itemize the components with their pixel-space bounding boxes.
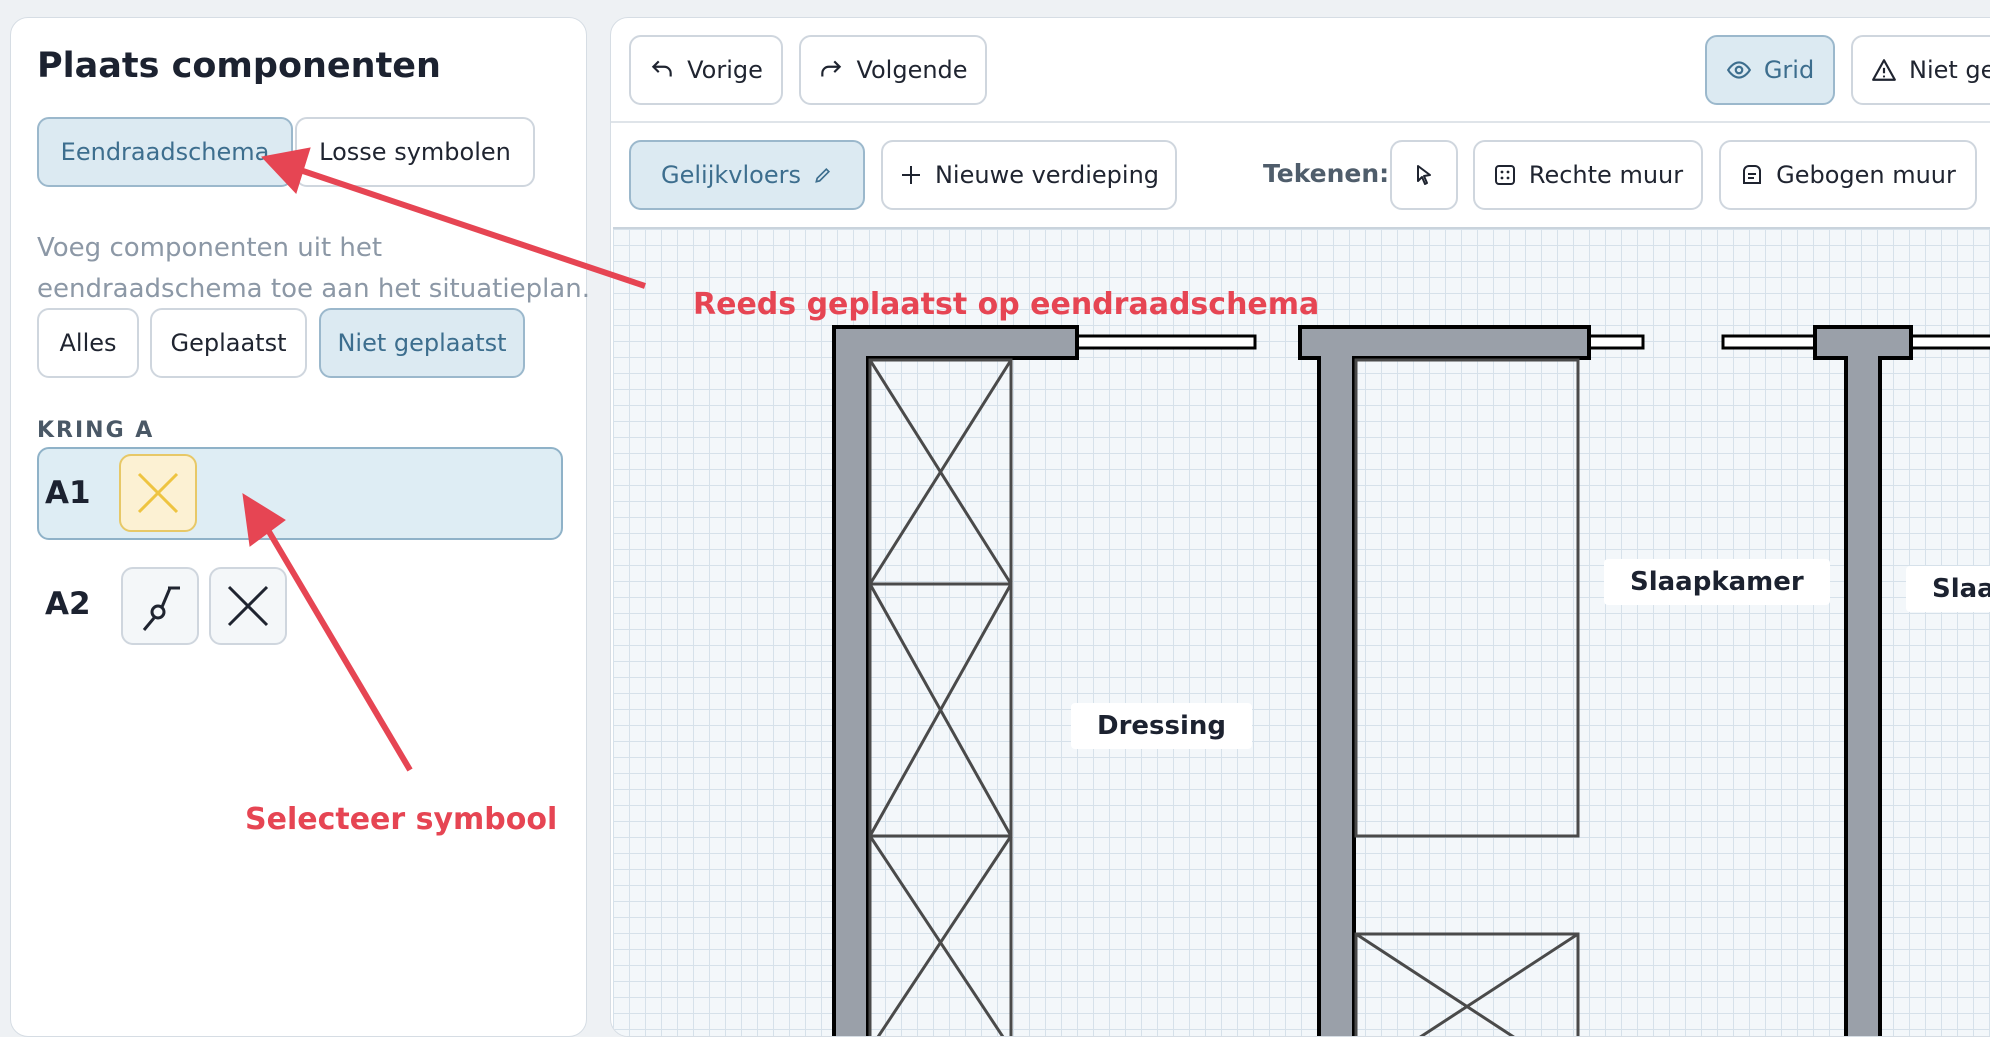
curved-wall-icon bbox=[1743, 165, 1762, 184]
filter-geplaatst[interactable]: Geplaatst bbox=[150, 308, 307, 378]
annotation-select-symbol: Selecteer symbool bbox=[245, 802, 558, 837]
redo-icon bbox=[821, 60, 842, 77]
tab-losse-symbolen[interactable]: Losse symbolen bbox=[295, 117, 535, 187]
straight-wall-button[interactable]: Rechte muur bbox=[1473, 140, 1703, 210]
wall[interactable] bbox=[1298, 325, 1591, 1037]
circuit-label-a2: A2 bbox=[45, 586, 91, 622]
section-label-kring-a: KRING A bbox=[37, 418, 155, 443]
undo-label: Vorige bbox=[687, 56, 763, 84]
room-label-slaa[interactable]: Slaa bbox=[1906, 566, 1990, 612]
toolbar-divider bbox=[611, 121, 1990, 123]
warning-button[interactable]: Niet ge bbox=[1851, 35, 1990, 105]
floorplan-canvas[interactable]: Dressing Slaapkamer Slaa Reeds geplaatst… bbox=[613, 227, 1990, 1037]
sidebar-panel: Plaats componenten Eendraadschema Losse … bbox=[10, 17, 590, 1037]
filter-alles[interactable]: Alles bbox=[37, 308, 139, 378]
room-label-dressing[interactable]: Dressing bbox=[1071, 703, 1253, 749]
pencil-icon[interactable] bbox=[813, 165, 833, 185]
bed[interactable] bbox=[1354, 358, 1580, 838]
tab-eendraadschema[interactable]: Eendraadschema bbox=[37, 117, 293, 187]
straight-wall-label: Rechte muur bbox=[1528, 161, 1684, 189]
editor-area: Vorige Volgende Grid Niet ge Gelijkvloer… bbox=[610, 17, 1990, 1037]
redo-button[interactable]: Volgende bbox=[799, 35, 987, 105]
straight-wall-icon bbox=[1494, 165, 1515, 185]
room-label-slaapkamer[interactable]: Slaapkamer bbox=[1604, 559, 1830, 605]
curved-wall-label: Gebogen muur bbox=[1776, 161, 1956, 189]
curved-wall-button[interactable]: Gebogen muur bbox=[1719, 140, 1977, 210]
floor-label: Gelijkvloers bbox=[661, 161, 801, 189]
redo-label: Volgende bbox=[856, 56, 968, 84]
floorplan-drawing bbox=[832, 325, 1990, 1037]
circuit-label-a1: A1 bbox=[45, 475, 91, 511]
panel-description: Voeg componenten uit het eendraadschema … bbox=[37, 233, 590, 304]
warning-icon bbox=[1872, 59, 1896, 81]
annotation-placed: Reeds geplaatst op eendraadschema bbox=[693, 287, 1320, 322]
plus-icon bbox=[901, 166, 920, 184]
undo-icon bbox=[651, 60, 672, 77]
circuit-row-a1[interactable]: A1 bbox=[37, 447, 563, 540]
grid-label: Grid bbox=[1763, 56, 1815, 84]
grid-toggle-button[interactable]: Grid bbox=[1705, 35, 1835, 105]
undo-button[interactable]: Vorige bbox=[629, 35, 783, 105]
switch-icon[interactable] bbox=[121, 567, 199, 645]
filter-niet-geplaatst[interactable]: Niet geplaatst bbox=[319, 308, 525, 378]
cursor-icon bbox=[1417, 165, 1431, 185]
select-tool-button[interactable] bbox=[1390, 140, 1458, 210]
panel-title: Plaats componenten bbox=[37, 46, 441, 86]
window bbox=[1075, 334, 1257, 350]
draw-label: Tekenen: bbox=[1263, 159, 1390, 188]
wardrobe[interactable] bbox=[868, 358, 1013, 1037]
cross-lamp-icon[interactable] bbox=[209, 567, 287, 645]
floor-tab-gelijkvloers[interactable]: Gelijkvloers bbox=[629, 140, 865, 210]
new-floor-label: Nieuwe verdieping bbox=[934, 161, 1160, 189]
cross-lamp-icon[interactable] bbox=[119, 454, 197, 532]
wall[interactable] bbox=[1813, 325, 1913, 1037]
eye-icon bbox=[1726, 61, 1751, 79]
warning-label: Niet ge bbox=[1909, 56, 1990, 84]
new-floor-button[interactable]: Nieuwe verdieping bbox=[881, 140, 1177, 210]
